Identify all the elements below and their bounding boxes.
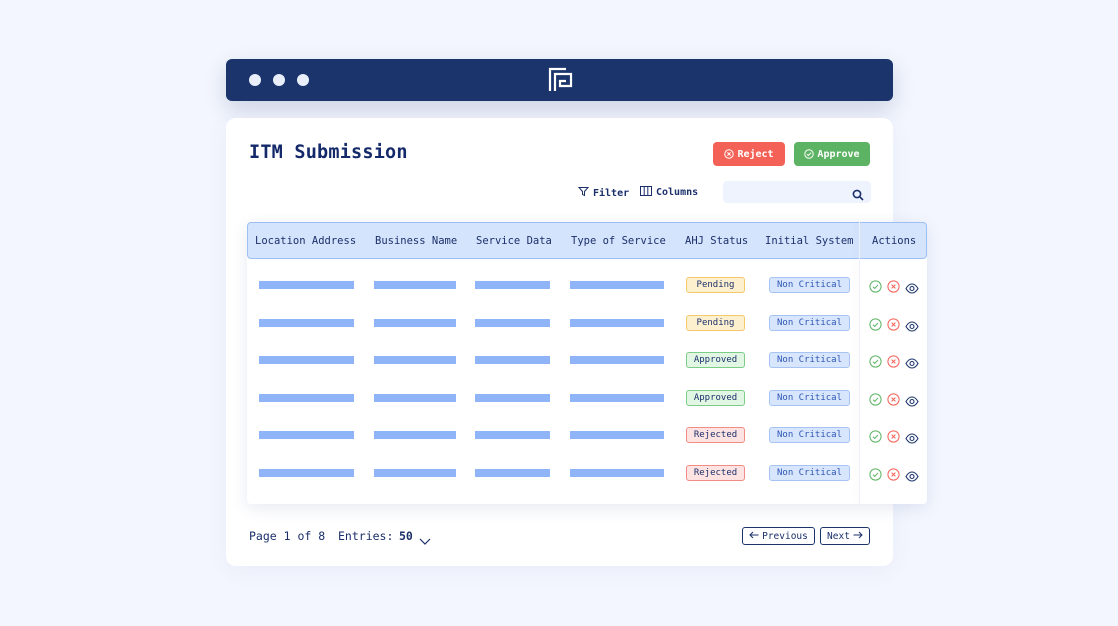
- business-name-placeholder: [374, 393, 456, 402]
- location-address-placeholder: [259, 468, 354, 477]
- search-input[interactable]: [729, 184, 847, 200]
- arrow-right-icon: [853, 531, 863, 542]
- window-control-dot[interactable]: [249, 74, 261, 86]
- approve-button-label: Approve: [817, 148, 860, 160]
- entries-label: Entries:: [338, 529, 394, 543]
- filter-icon: [577, 186, 590, 200]
- reject-icon[interactable]: [887, 466, 900, 481]
- previous-button[interactable]: Previous: [742, 527, 815, 545]
- ahj-status-badge: Approved: [686, 352, 745, 368]
- reject-icon[interactable]: [887, 353, 900, 368]
- initial-system-badge: Non Critical: [769, 427, 850, 443]
- columns-label: Columns: [656, 187, 699, 198]
- business-name-placeholder: [374, 356, 456, 364]
- service-data-placeholder: [475, 281, 550, 289]
- service-data-placeholder: [475, 431, 550, 439]
- approve-icon[interactable]: [869, 391, 882, 406]
- table-row[interactable]: Pending Non Critical: [247, 308, 927, 338]
- window-titlebar: [226, 59, 893, 101]
- reject-icon[interactable]: [887, 428, 900, 443]
- approve-icon[interactable]: [869, 428, 882, 443]
- approve-icon[interactable]: [869, 316, 882, 331]
- filter-button[interactable]: Filter: [577, 186, 630, 200]
- type-of-service-placeholder: [570, 431, 664, 439]
- reject-button[interactable]: Reject: [713, 142, 785, 166]
- ahj-status-badge: Pending: [686, 277, 745, 293]
- previous-label: Previous: [762, 530, 808, 542]
- type-of-service-placeholder: [570, 356, 664, 364]
- table-row[interactable]: Rejected Non Critical: [247, 458, 927, 488]
- view-icon[interactable]: [905, 467, 919, 482]
- table-row[interactable]: Approved Non Critical: [247, 345, 927, 375]
- view-icon[interactable]: [905, 279, 919, 294]
- ahj-status-badge: Approved: [686, 389, 745, 406]
- page-title: ITM Submission: [249, 142, 408, 163]
- business-name-placeholder: [374, 468, 456, 477]
- arrow-left-icon: [749, 531, 759, 542]
- window-control-dot[interactable]: [273, 74, 285, 86]
- approve-icon[interactable]: [869, 278, 882, 293]
- column-header-service-data[interactable]: Service Data: [476, 235, 552, 247]
- column-header-location-address[interactable]: Location Address: [255, 235, 356, 247]
- initial-system-badge: Non Critical: [769, 389, 850, 406]
- approve-icon[interactable]: [869, 353, 882, 368]
- ahj-status-badge: Pending: [686, 314, 745, 331]
- reject-icon[interactable]: [887, 316, 900, 331]
- business-name-placeholder: [374, 318, 456, 327]
- table-row[interactable]: Rejected Non Critical: [247, 420, 927, 450]
- page-indicator: Page 1 of 8: [249, 529, 326, 543]
- search-icon[interactable]: [852, 186, 864, 205]
- columns-button[interactable]: Columns: [640, 186, 698, 199]
- location-address-placeholder: [259, 393, 354, 402]
- entries-select-value[interactable]: 50: [399, 529, 413, 543]
- type-of-service-placeholder: [570, 318, 664, 327]
- location-address-placeholder: [259, 431, 354, 439]
- service-data-placeholder: [475, 318, 550, 327]
- view-icon[interactable]: [905, 317, 919, 332]
- initial-system-badge: Non Critical: [769, 277, 850, 293]
- type-of-service-placeholder: [570, 281, 664, 289]
- reject-icon[interactable]: [887, 278, 900, 293]
- type-of-service-placeholder: [570, 393, 664, 402]
- ahj-status-badge: Rejected: [686, 464, 745, 481]
- service-data-placeholder: [475, 356, 550, 364]
- app-logo-icon: [548, 67, 574, 97]
- filter-label: Filter: [593, 187, 630, 199]
- approve-button[interactable]: Approve: [794, 142, 870, 166]
- initial-system-badge: Non Critical: [769, 314, 850, 331]
- table-row[interactable]: Approved Non Critical: [247, 383, 927, 413]
- window-control-dot[interactable]: [297, 74, 309, 86]
- reject-icon[interactable]: [887, 391, 900, 406]
- service-data-placeholder: [475, 468, 550, 477]
- table-row[interactable]: Pending Non Critical: [247, 270, 927, 300]
- column-header-business-name[interactable]: Business Name: [375, 235, 457, 247]
- view-icon[interactable]: [905, 429, 919, 444]
- location-address-placeholder: [259, 318, 354, 327]
- business-name-placeholder: [374, 281, 456, 289]
- next-label: Next: [827, 530, 850, 542]
- initial-system-badge: Non Critical: [769, 464, 850, 481]
- approve-icon[interactable]: [869, 466, 882, 481]
- location-address-placeholder: [259, 356, 354, 364]
- reject-circle-icon: [724, 149, 735, 159]
- columns-icon: [640, 186, 652, 199]
- search-box: [723, 181, 871, 203]
- initial-system-badge: Non Critical: [769, 352, 850, 368]
- column-header-ahj-status[interactable]: AHJ Status: [685, 235, 748, 247]
- table-header: Location Address Business Name Service D…: [247, 222, 927, 259]
- column-header-type-of-service[interactable]: Type of Service: [571, 235, 666, 247]
- view-icon[interactable]: [905, 354, 919, 369]
- service-data-placeholder: [475, 393, 550, 402]
- next-button[interactable]: Next: [820, 527, 870, 545]
- ahj-status-badge: Rejected: [686, 427, 745, 443]
- column-header-actions: Actions: [872, 235, 917, 247]
- type-of-service-placeholder: [570, 468, 664, 477]
- location-address-placeholder: [259, 281, 354, 289]
- business-name-placeholder: [374, 431, 456, 439]
- check-circle-icon: [804, 149, 815, 159]
- view-icon[interactable]: [905, 392, 919, 407]
- reject-button-label: Reject: [737, 148, 774, 160]
- chevron-down-icon[interactable]: [419, 531, 431, 550]
- column-header-initial-system[interactable]: Initial System: [765, 235, 854, 247]
